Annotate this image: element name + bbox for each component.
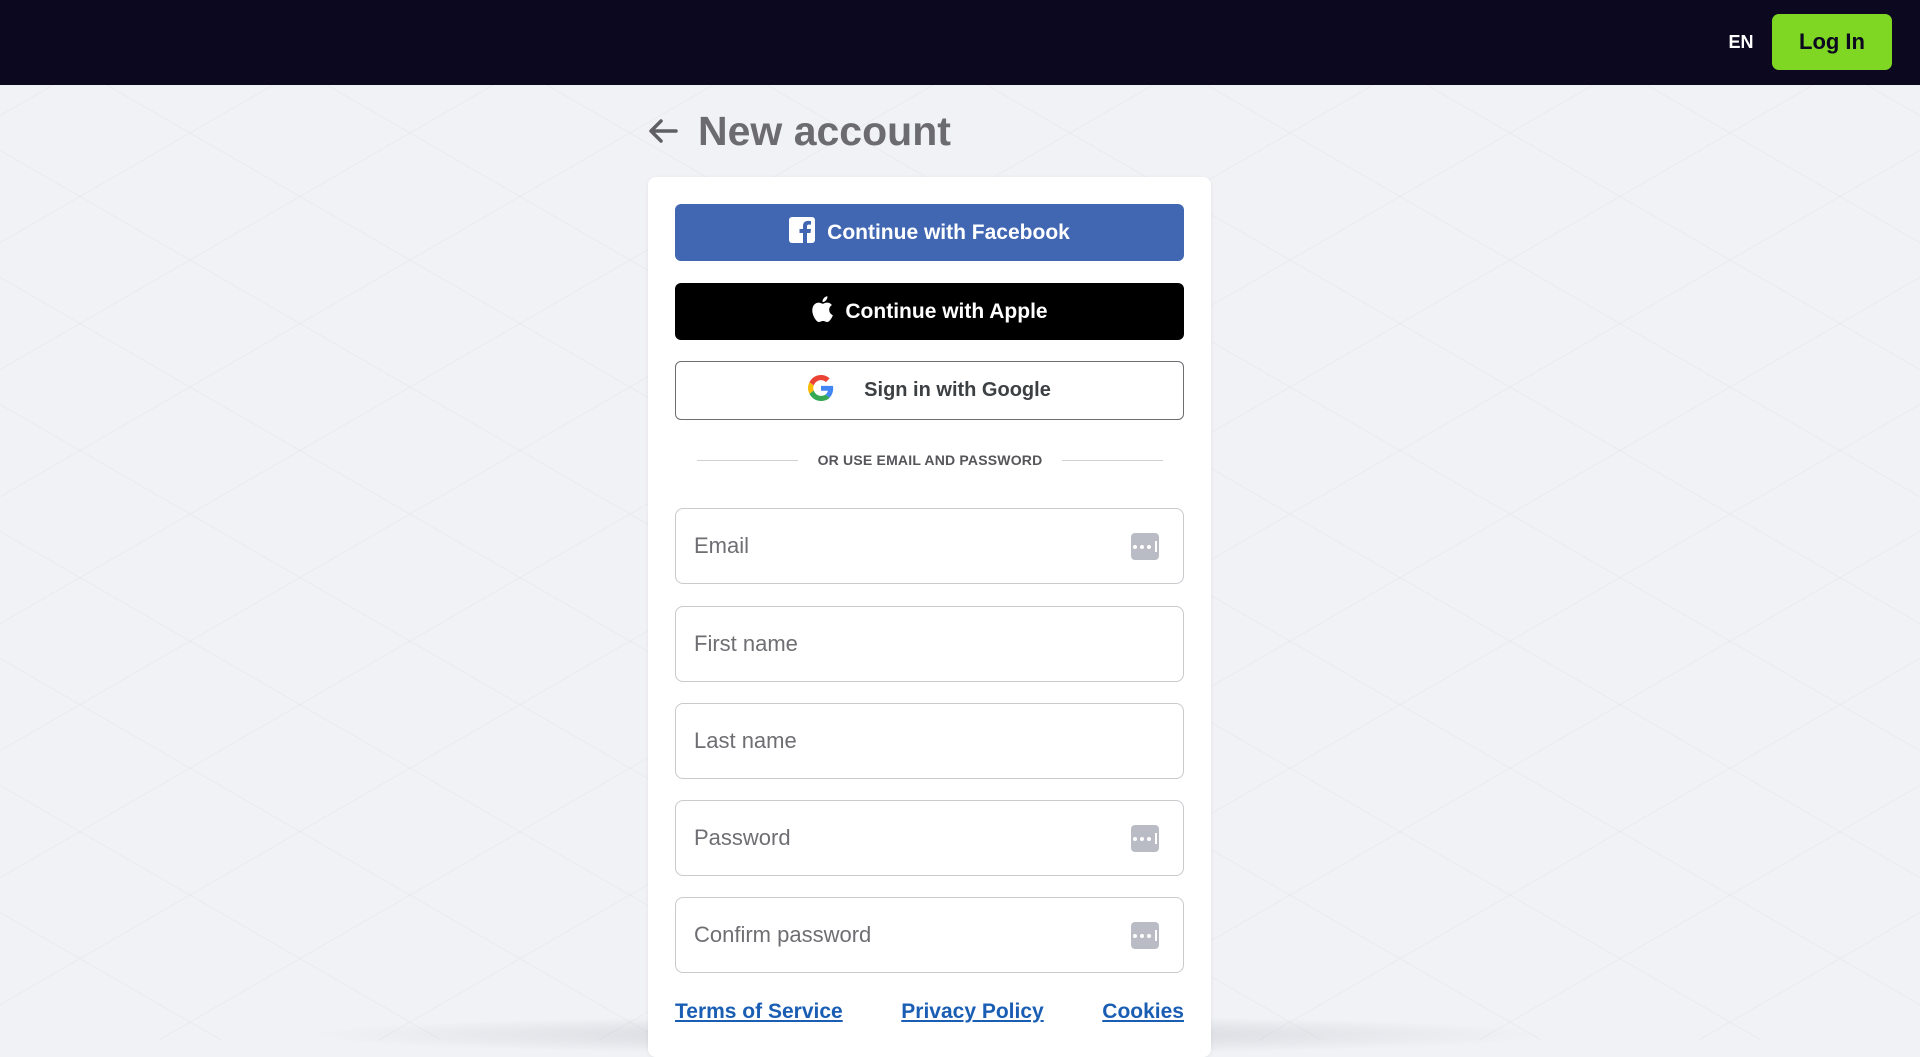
footer-links: Terms of Service Privacy Policy Cookies <box>675 997 1184 1027</box>
language-selector[interactable]: EN <box>1716 0 1766 85</box>
continue-with-facebook-button[interactable]: Continue with Facebook <box>675 204 1184 261</box>
divider-line-right <box>1062 459 1163 461</box>
top-navigation-bar: EN Log In <box>0 0 1920 85</box>
arrow-left-icon[interactable] <box>646 114 680 148</box>
password-manager-icon[interactable] <box>1131 825 1159 852</box>
google-icon <box>808 374 834 407</box>
divider-line-left <box>697 459 798 461</box>
confirm-password-field-wrapper <box>675 897 1184 973</box>
page-heading: New account <box>646 100 951 162</box>
email-field-wrapper <box>675 508 1184 584</box>
signup-card: Continue with Facebook Continue with App… <box>648 177 1211 1057</box>
divider-label: OR USE EMAIL AND PASSWORD <box>817 452 1043 468</box>
facebook-icon <box>789 216 816 249</box>
cookies-link[interactable]: Cookies <box>1102 1000 1184 1024</box>
facebook-button-label: Continue with Facebook <box>827 220 1070 244</box>
password-manager-icon[interactable] <box>1131 922 1159 949</box>
page-title: New account <box>698 107 951 154</box>
terms-of-service-link[interactable]: Terms of Service <box>675 1000 843 1024</box>
email-field[interactable] <box>694 509 1114 583</box>
or-divider: OR USE EMAIL AND PASSWORD <box>697 450 1163 470</box>
last-name-field[interactable] <box>694 704 1114 778</box>
confirm-password-field[interactable] <box>694 898 1114 972</box>
password-field[interactable] <box>694 801 1114 875</box>
apple-button-label: Continue with Apple <box>845 299 1048 323</box>
first-name-field[interactable] <box>694 607 1114 681</box>
apple-icon <box>811 295 834 328</box>
password-field-wrapper <box>675 800 1184 876</box>
continue-with-apple-button[interactable]: Continue with Apple <box>675 283 1184 340</box>
last-name-field-wrapper <box>675 703 1184 779</box>
privacy-policy-link[interactable]: Privacy Policy <box>901 1000 1043 1024</box>
sign-in-with-google-button[interactable]: Sign in with Google <box>675 361 1184 420</box>
first-name-field-wrapper <box>675 606 1184 682</box>
password-manager-icon[interactable] <box>1131 533 1159 560</box>
google-button-label: Sign in with Google <box>864 379 1051 401</box>
login-button[interactable]: Log In <box>1772 14 1892 70</box>
